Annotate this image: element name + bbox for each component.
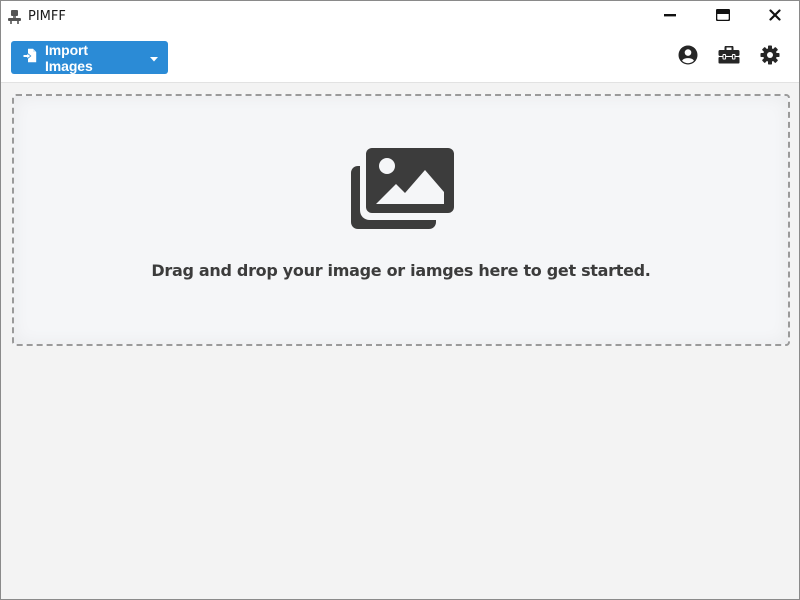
import-images-main[interactable]: Import Images — [11, 41, 139, 74]
import-dropdown-toggle[interactable] — [139, 41, 168, 74]
drop-zone[interactable]: Drag and drop your image or iamges here … — [12, 94, 790, 346]
caret-down-icon — [149, 49, 158, 67]
gear-icon — [760, 45, 780, 70]
maximize-button[interactable] — [700, 1, 746, 33]
settings-button[interactable] — [758, 45, 782, 69]
user-circle-icon — [678, 45, 698, 70]
maximize-icon — [715, 8, 731, 26]
close-icon — [769, 8, 781, 26]
file-import-icon — [23, 48, 45, 68]
window-title: PIMFF — [28, 9, 66, 24]
app-logo-icon — [8, 10, 21, 24]
toolbox-icon — [718, 45, 740, 69]
minimize-icon — [664, 8, 676, 26]
tools-button[interactable] — [717, 45, 741, 69]
toolbar: Import Images — [1, 33, 799, 83]
drop-instructions: Drag and drop your image or iamges here … — [151, 261, 651, 280]
import-images-label: Import Images — [45, 41, 93, 74]
app-window: PIMFF Import Images Drag and drop your i… — [0, 0, 800, 600]
close-button[interactable] — [752, 1, 798, 33]
minimize-button[interactable] — [647, 1, 693, 33]
title-bar[interactable]: PIMFF — [1, 1, 799, 33]
account-button[interactable] — [676, 45, 700, 69]
images-icon — [350, 148, 454, 229]
import-images-button[interactable]: Import Images — [11, 41, 168, 74]
